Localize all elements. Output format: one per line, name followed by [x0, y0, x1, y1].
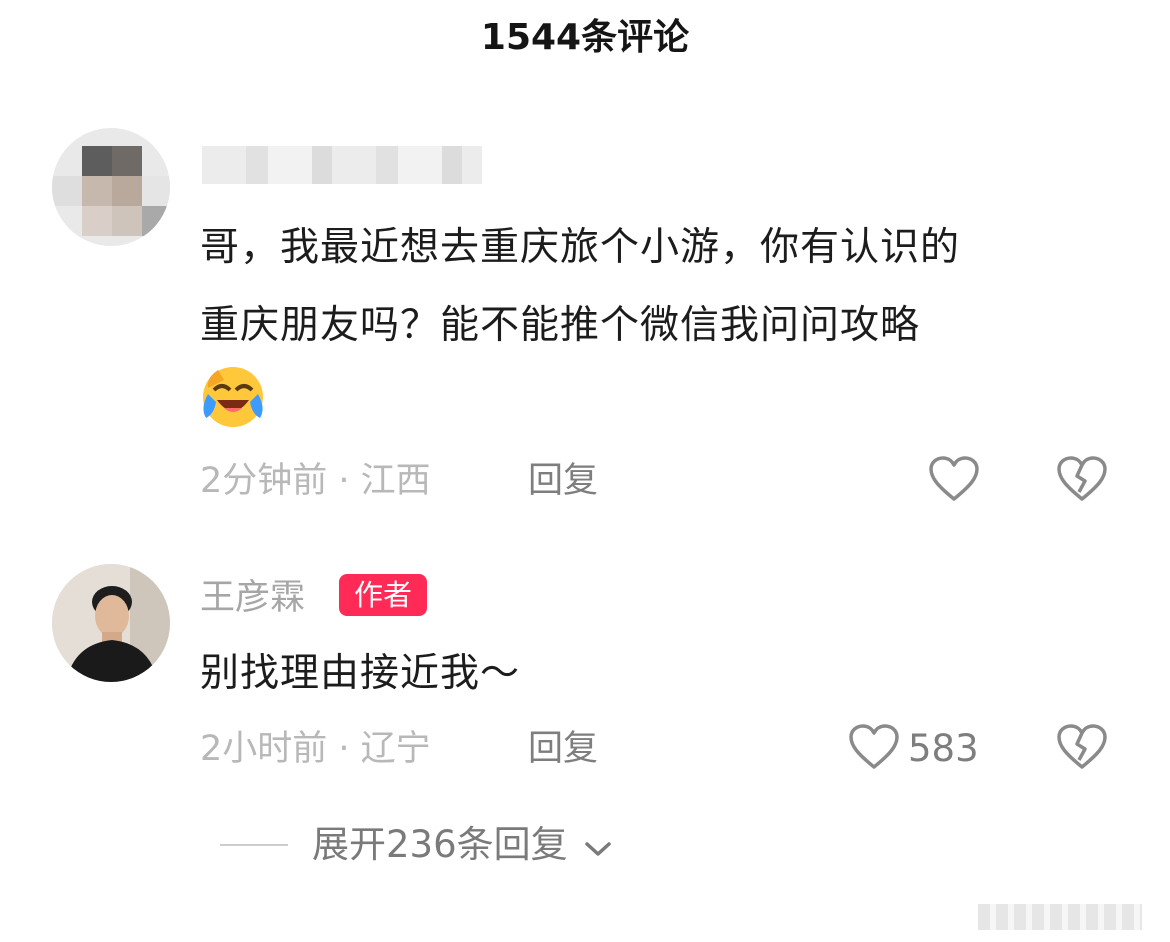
- watermark: [978, 904, 1142, 930]
- like-count: 583: [908, 727, 979, 770]
- expand-divider: [220, 844, 288, 846]
- heart-outline-icon[interactable]: [848, 724, 900, 770]
- commenter-name-obscured[interactable]: [202, 146, 482, 184]
- author-avatar[interactable]: [52, 564, 170, 682]
- commenter-avatar[interactable]: [52, 128, 170, 246]
- chevron-down-icon: [583, 823, 613, 871]
- author-badge: 作者: [339, 574, 427, 616]
- comment-time-location: 2分钟前 · 江西: [200, 461, 431, 501]
- broken-heart-icon[interactable]: [1056, 456, 1108, 502]
- comment-text-line: 重庆朋友吗？能不能推个微信我问问攻略: [200, 303, 921, 348]
- comment-text-line: 哥，我最近想去重庆旅个小游，你有认识的: [200, 225, 961, 270]
- page-title: 1544条评论: [480, 17, 690, 58]
- laughing-crying-emoji: [200, 364, 266, 430]
- expand-replies-label: 展开236条回复: [312, 823, 568, 866]
- reply-time-location: 2小时前 · 辽宁: [200, 729, 431, 769]
- heart-outline-icon[interactable]: [928, 456, 980, 502]
- reply-text: 别找理由接近我～: [200, 651, 521, 696]
- author-name[interactable]: 王彦霖: [200, 576, 305, 620]
- broken-heart-icon[interactable]: [1056, 724, 1108, 770]
- reply-button[interactable]: 回复: [528, 726, 598, 772]
- reply-button[interactable]: 回复: [528, 458, 598, 504]
- expand-replies-button[interactable]: 展开236条回复: [312, 821, 613, 871]
